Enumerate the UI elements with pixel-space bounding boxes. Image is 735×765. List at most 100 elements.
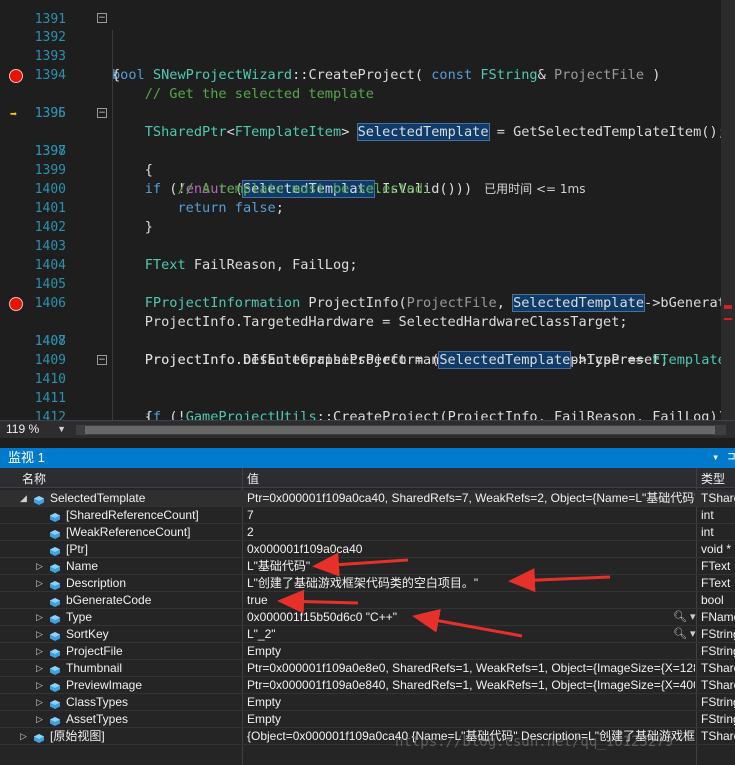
watch-row-name: SortKey: [66, 627, 109, 641]
collapse-icon[interactable]: −: [97, 355, 107, 365]
code-line[interactable]: 1413 return false;: [0, 408, 735, 420]
column-header-value[interactable]: 值: [247, 470, 259, 487]
watch-row[interactable]: [SharedReferenceCount] 7 int: [0, 507, 735, 524]
expand-arrow-icon[interactable]: ▷: [36, 558, 43, 575]
watch-row-value[interactable]: 7: [247, 507, 695, 524]
expand-arrow-icon[interactable]: ▷: [36, 660, 43, 677]
scrollbar-thumb[interactable]: [85, 426, 715, 434]
code-line[interactable]: 1407 ProjectInfo.DefaultGraphicsPerforma…: [0, 294, 735, 368]
code-line[interactable]: 1410 − if (!GameProjectUtils::CreateProj…: [0, 351, 735, 420]
watch-row[interactable]: ▷ PreviewImage Ptr=0x000001f109a0e840, Sha…: [0, 677, 735, 694]
field-icon: [50, 562, 60, 573]
watch-row-type: TShare: [701, 729, 735, 743]
field-icon: [50, 613, 60, 624]
collapse-icon[interactable]: −: [97, 13, 107, 23]
watch-row-name: Type: [66, 610, 93, 624]
code-line[interactable]: 1403 FText FailReason, FailLog;: [0, 218, 735, 273]
code-line[interactable]: 1412 SOutputLogDialog::Open(LOCTEXT("Cre…: [0, 389, 735, 420]
watch-row-value[interactable]: 0x000001f109a0ca40: [247, 541, 695, 558]
magnifier-icon[interactable]: 🔍︎ ▾: [673, 609, 696, 626]
breakpoint-icon[interactable]: [9, 69, 23, 83]
code-line[interactable]: 1405 FProjectInformation ProjectInfo(Pro…: [0, 256, 735, 312]
expand-arrow-icon[interactable]: ▷: [36, 643, 43, 660]
magnifier-icon[interactable]: 🔍︎ ▾: [673, 626, 696, 643]
expand-arrow-icon[interactable]: ▷: [36, 609, 43, 626]
expand-arrow-icon[interactable]: ▷: [36, 575, 43, 592]
code-editor[interactable]: 1391 1392 − bool SNewProjectWizard::Crea…: [0, 0, 735, 420]
code-line[interactable]: 1404: [0, 237, 735, 273]
code-line[interactable]: ➡ 1397 − if (!ensure(SelectedTemplate.Is…: [0, 104, 735, 198]
field-icon: [50, 545, 60, 556]
code-line[interactable]: 1394 // Get the selected template: [0, 47, 735, 102]
field-icon: [50, 630, 60, 641]
watch-row-name: [SharedReferenceCount]: [66, 508, 199, 522]
expand-arrow-icon[interactable]: ▷: [20, 728, 27, 745]
code-line[interactable]: 1395 TSharedPtr<FTemplateItem> SelectedT…: [0, 66, 735, 141]
code-line[interactable]: 1393 {: [0, 28, 735, 83]
watch-row[interactable]: ▷ Name L"基础代码" FText: [0, 558, 735, 575]
watch-row-type: FString: [701, 644, 735, 658]
watch-row-value[interactable]: Ptr=0x000001f109a0e840, SharedRefs=1, We…: [247, 677, 695, 694]
expand-arrow-icon[interactable]: ▷: [36, 694, 43, 711]
watch-row-name: ProjectFile: [66, 644, 123, 658]
watch-row-value[interactable]: Ptr=0x000001f109a0ca40, SharedRefs=7, We…: [247, 490, 695, 507]
breakpoint-icon[interactable]: [9, 297, 23, 311]
watch-panel[interactable]: 名称 值 类型 ◢ SelectedTemplate Ptr=0x000001f10…: [0, 468, 735, 765]
collapse-arrow-icon[interactable]: ◢: [20, 490, 27, 507]
watch-row-name: [WeakReferenceCount]: [66, 525, 191, 539]
code-line[interactable]: 1411 {: [0, 370, 735, 420]
watch-row[interactable]: ▷ SortKey L"_2"🔍︎ ▾ FString: [0, 626, 735, 643]
watch-row-type: TShare: [701, 491, 735, 505]
dropdown-icon[interactable]: ▾: [712, 450, 719, 464]
watch-row-name: PreviewImage: [66, 678, 143, 692]
code-line[interactable]: 1398 {: [0, 123, 735, 178]
watch-row[interactable]: bGenerateCode true bool: [0, 592, 735, 609]
watch-row[interactable]: ▷ Description L"创建了基础游戏框架代码类的空白项目。" FText: [0, 575, 735, 592]
code-line[interactable]: 1408 ProjectInfo.bIsEnterpriseProject = …: [0, 313, 735, 369]
collapse-icon[interactable]: −: [97, 108, 107, 118]
watch-row[interactable]: [Ptr] 0x000001f109a0ca40 void *: [0, 541, 735, 558]
expand-arrow-icon[interactable]: ▷: [36, 626, 43, 643]
watch-row-name: bGenerateCode: [66, 593, 152, 607]
code-line[interactable]: 1409: [0, 332, 735, 368]
expand-arrow-icon[interactable]: ▷: [36, 677, 43, 694]
watch-row-type: FString: [701, 712, 735, 726]
code-line[interactable]: 1400 return false;: [0, 161, 735, 216]
field-icon: [34, 494, 44, 505]
expand-arrow-icon[interactable]: ▷: [36, 711, 43, 728]
watch-row[interactable]: ▷ Type 0x000001f15b50d6c0 "C++"🔍︎ ▾ FName: [0, 609, 735, 626]
current-statement-arrow-icon: ➡: [10, 107, 18, 121]
watch-row[interactable]: [WeakReferenceCount] 2 int: [0, 524, 735, 541]
watch-row-value[interactable]: Empty: [247, 711, 695, 728]
code-line[interactable]: 1401 }: [0, 180, 735, 235]
code-line[interactable]: 1402: [0, 199, 735, 235]
watch-row[interactable]: ◢ SelectedTemplate Ptr=0x000001f109a0ca40,…: [0, 490, 735, 507]
watch-row-value[interactable]: L"创建了基础游戏框架代码类的空白项目。": [247, 575, 695, 592]
watch-row-value[interactable]: 2: [247, 524, 695, 541]
column-header-name[interactable]: 名称: [22, 470, 46, 487]
code-line[interactable]: 1399 // A template must be selected.: [0, 142, 735, 197]
watch-row-value[interactable]: true: [247, 592, 695, 609]
watch-row-value[interactable]: 0x000001f15b50d6c0 "C++": [247, 609, 671, 626]
watch-row[interactable]: ▷ ProjectFile Empty FString: [0, 643, 735, 660]
editor-vertical-scrollbar[interactable]: [721, 0, 735, 420]
column-header-type[interactable]: 类型: [701, 470, 725, 487]
watch-row-type: int: [701, 508, 714, 522]
watch-row-value[interactable]: L"_2": [247, 626, 671, 643]
watch-row[interactable]: ▷ Thumbnail Ptr=0x000001f109a0e8e0, Shared…: [0, 660, 735, 677]
code-line[interactable]: 1396: [0, 85, 735, 121]
watch-row-value[interactable]: Ptr=0x000001f109a0e8e0, SharedRefs=1, We…: [247, 660, 695, 677]
code-line[interactable]: 1392 − bool SNewProjectWizard::CreatePro…: [0, 9, 735, 83]
watch-row-type: TShare: [701, 678, 735, 692]
code-line[interactable]: 1406 ProjectInfo.TargetedHardware = Sele…: [0, 275, 735, 330]
watch-row-value[interactable]: Empty: [247, 694, 695, 711]
watch-row[interactable]: ▷ AssetTypes Empty FString: [0, 711, 735, 728]
watch-row-value[interactable]: L"基础代码": [247, 558, 695, 575]
zoom-dropdown[interactable]: 119 % ▼: [6, 422, 68, 437]
editor-horizontal-scrollbar[interactable]: [76, 425, 726, 435]
watch-panel-title-bar[interactable]: 监视 1 ▾ ⊐: [0, 448, 735, 468]
watch-row-value[interactable]: Empty: [247, 643, 695, 660]
watch-row[interactable]: ▷ ClassTypes Empty FString: [0, 694, 735, 711]
chevron-down-icon: ▼: [57, 424, 66, 434]
pin-icon[interactable]: ⊐: [728, 449, 735, 463]
